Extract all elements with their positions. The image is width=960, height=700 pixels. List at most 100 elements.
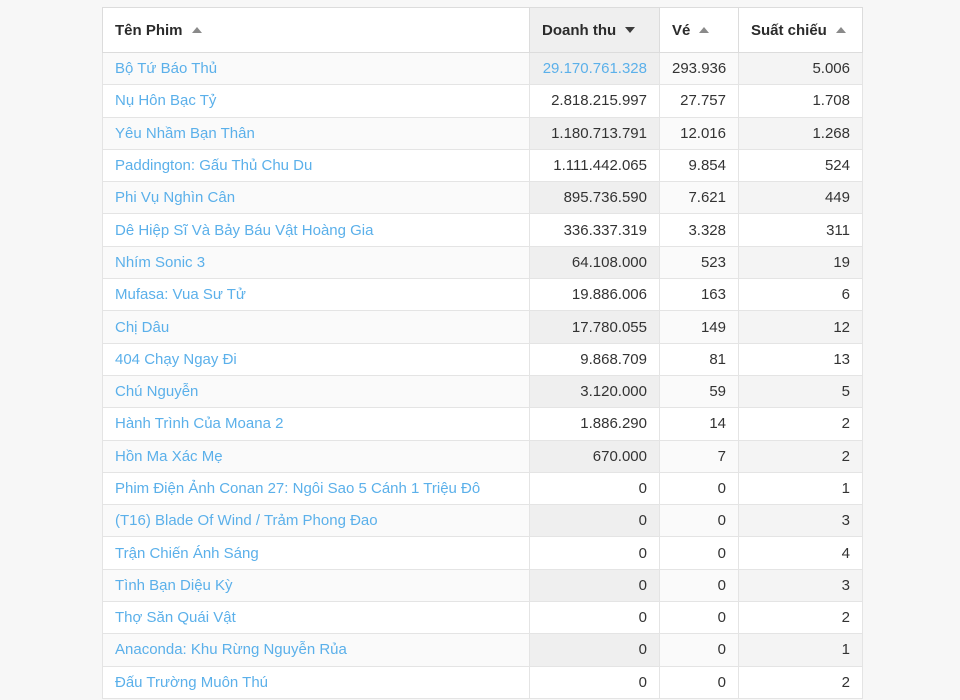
film-name-link[interactable]: Nhím Sonic 3	[115, 254, 205, 271]
cell-showtimes: 4	[738, 536, 863, 570]
film-name-link[interactable]: Hồn Ma Xác Mẹ	[115, 448, 223, 465]
cell-film-name: Dê Hiệp Sĩ Và Bảy Báu Vật Hoàng Gia	[102, 213, 530, 247]
table-row: Mufasa: Vua Sư Tử 19.886.006 163 6	[102, 278, 863, 312]
cell-showtimes: 5	[738, 375, 863, 409]
cell-showtimes: 524	[738, 149, 863, 183]
cell-film-name: 404 Chạy Ngay Đi	[102, 343, 530, 376]
table-row: Nhím Sonic 3 64.108.000 523 19	[102, 246, 863, 280]
column-header-ten-phim[interactable]: Tên Phim	[102, 7, 530, 53]
column-header-ve[interactable]: Vé	[659, 7, 739, 53]
cell-revenue: 3.120.000	[529, 375, 660, 409]
cell-revenue: 17.780.055	[529, 310, 660, 344]
table-row: Yêu Nhầm Bạn Thân 1.180.713.791 12.016 1.26…	[102, 117, 863, 150]
cell-film-name: Đấu Trường Muôn Thú	[102, 666, 530, 699]
cell-film-name: Nhím Sonic 3	[102, 246, 530, 280]
table-row: Chị Dâu 17.780.055 149 12	[102, 310, 863, 344]
table-row: 404 Chạy Ngay Đi 9.868.709 81 13	[102, 343, 863, 376]
cell-showtimes: 6	[738, 278, 863, 312]
cell-showtimes: 3	[738, 569, 863, 603]
film-name-link[interactable]: Yêu Nhầm Bạn Thân	[115, 125, 255, 142]
sort-ascending-icon[interactable]	[191, 27, 202, 33]
table-row: Dê Hiệp Sĩ Và Bảy Báu Vật Hoàng Gia 336.3…	[102, 213, 863, 247]
cell-revenue: 9.868.709	[529, 343, 660, 376]
table-row: Thợ Săn Quái Vật 0 0 2	[102, 601, 863, 635]
sort-descending-icon[interactable]	[625, 27, 636, 33]
sort-ascending-icon[interactable]	[835, 27, 846, 33]
film-name-link[interactable]: Phim Điện Ảnh Conan 27: Ngôi Sao 5 Cánh …	[115, 480, 480, 497]
cell-film-name: (T16) Blade Of Wind / Trảm Phong Đao	[102, 504, 530, 538]
cell-revenue: 1.886.290	[529, 407, 660, 441]
film-name-link[interactable]: Trận Chiến Ánh Sáng	[115, 545, 259, 562]
cell-revenue: 0	[529, 633, 660, 667]
table-row: Hành Trình Của Moana 2 1.886.290 14 2	[102, 407, 863, 441]
film-name-link[interactable]: Hành Trình Của Moana 2	[115, 415, 283, 432]
film-name-link[interactable]: Chị Dâu	[115, 319, 169, 336]
film-name-link[interactable]: Dê Hiệp Sĩ Và Bảy Báu Vật Hoàng Gia	[115, 222, 373, 239]
cell-revenue: 1.180.713.791	[529, 117, 660, 150]
column-header-suat-chieu[interactable]: Suất chiếu	[738, 7, 863, 53]
film-name-link[interactable]: Đấu Trường Muôn Thú	[115, 674, 268, 691]
film-name-link[interactable]: Nụ Hôn Bạc Tỷ	[115, 92, 216, 109]
cell-showtimes: 19	[738, 246, 863, 280]
table-row: Trận Chiến Ánh Sáng 0 0 4	[102, 536, 863, 570]
cell-film-name: Phim Điện Ảnh Conan 27: Ngôi Sao 5 Cánh …	[102, 472, 530, 506]
cell-film-name: Paddington: Gấu Thủ Chu Du	[102, 149, 530, 183]
film-name-link[interactable]: Anaconda: Khu Rừng Nguyễn Rủa	[115, 641, 347, 658]
cell-tickets: 14	[659, 407, 739, 441]
film-name-link[interactable]: Chú Nguyễn	[115, 383, 198, 400]
table-row: Phim Điện Ảnh Conan 27: Ngôi Sao 5 Cánh …	[102, 472, 863, 506]
table-row: Tình Bạn Diệu Kỳ 0 0 3	[102, 569, 863, 603]
table-row: Hồn Ma Xác Mẹ 670.000 7 2	[102, 440, 863, 473]
cell-revenue: 0	[529, 569, 660, 603]
cell-film-name: Tình Bạn Diệu Kỳ	[102, 569, 530, 603]
cell-showtimes: 12	[738, 310, 863, 344]
cell-showtimes: 3	[738, 504, 863, 538]
film-name-link[interactable]: (T16) Blade Of Wind / Trảm Phong Đao	[115, 512, 378, 529]
film-name-link[interactable]: 404 Chạy Ngay Đi	[115, 351, 237, 368]
cell-showtimes: 1	[738, 633, 863, 667]
page-root: Tên Phim Doanh thu Vé Suất chiếu Bộ Tứ B…	[0, 0, 960, 700]
cell-revenue: 336.337.319	[529, 213, 660, 247]
cell-revenue[interactable]: 29.170.761.328	[529, 52, 660, 86]
cell-tickets: 27.757	[659, 84, 739, 118]
column-header-label-doanh-thu: Doanh thu	[542, 21, 617, 39]
table-row: Nụ Hôn Bạc Tỷ 2.818.215.997 27.757 1.708	[102, 84, 863, 118]
cell-film-name: Chú Nguyễn	[102, 375, 530, 409]
cell-showtimes: 449	[738, 181, 863, 215]
film-name-link[interactable]: Bộ Tứ Báo Thủ	[115, 60, 217, 77]
cell-showtimes: 311	[738, 213, 863, 247]
cell-film-name: Bộ Tứ Báo Thủ	[102, 52, 530, 86]
table-row: Đấu Trường Muôn Thú 0 0 2	[102, 666, 863, 699]
cell-showtimes: 5.006	[738, 52, 863, 86]
table-row: Anaconda: Khu Rừng Nguyễn Rủa 0 0 1	[102, 633, 863, 667]
cell-revenue: 0	[529, 536, 660, 570]
cell-revenue: 0	[529, 504, 660, 538]
cell-film-name: Yêu Nhầm Bạn Thân	[102, 117, 530, 150]
film-name-link[interactable]: Tình Bạn Diệu Kỳ	[115, 577, 233, 594]
cell-showtimes: 13	[738, 343, 863, 376]
cell-tickets: 12.016	[659, 117, 739, 150]
cell-film-name: Anaconda: Khu Rừng Nguyễn Rủa	[102, 633, 530, 667]
cell-tickets: 163	[659, 278, 739, 312]
column-header-label-suat-chieu: Suất chiếu	[751, 21, 827, 39]
table-header: Tên Phim Doanh thu Vé Suất chiếu	[102, 7, 863, 53]
cell-tickets: 7	[659, 440, 739, 473]
cell-revenue: 0	[529, 666, 660, 699]
cell-revenue: 19.886.006	[529, 278, 660, 312]
film-name-link[interactable]: Phi Vụ Nghìn Cân	[115, 189, 235, 206]
movie-revenue-table-container: Tên Phim Doanh thu Vé Suất chiếu Bộ Tứ B…	[102, 7, 863, 699]
cell-showtimes: 2	[738, 601, 863, 635]
film-name-link[interactable]: Paddington: Gấu Thủ Chu Du	[115, 157, 312, 174]
cell-showtimes: 1	[738, 472, 863, 506]
cell-revenue: 0	[529, 472, 660, 506]
cell-film-name: Phi Vụ Nghìn Cân	[102, 181, 530, 215]
cell-tickets: 0	[659, 569, 739, 603]
cell-revenue: 64.108.000	[529, 246, 660, 280]
film-name-link[interactable]: Thợ Săn Quái Vật	[115, 609, 236, 626]
cell-film-name: Mufasa: Vua Sư Tử	[102, 278, 530, 312]
film-name-link[interactable]: Mufasa: Vua Sư Tử	[115, 286, 246, 303]
cell-film-name: Thợ Săn Quái Vật	[102, 601, 530, 635]
cell-tickets: 0	[659, 666, 739, 699]
column-header-doanh-thu[interactable]: Doanh thu	[529, 7, 660, 53]
sort-ascending-icon[interactable]	[699, 27, 710, 33]
